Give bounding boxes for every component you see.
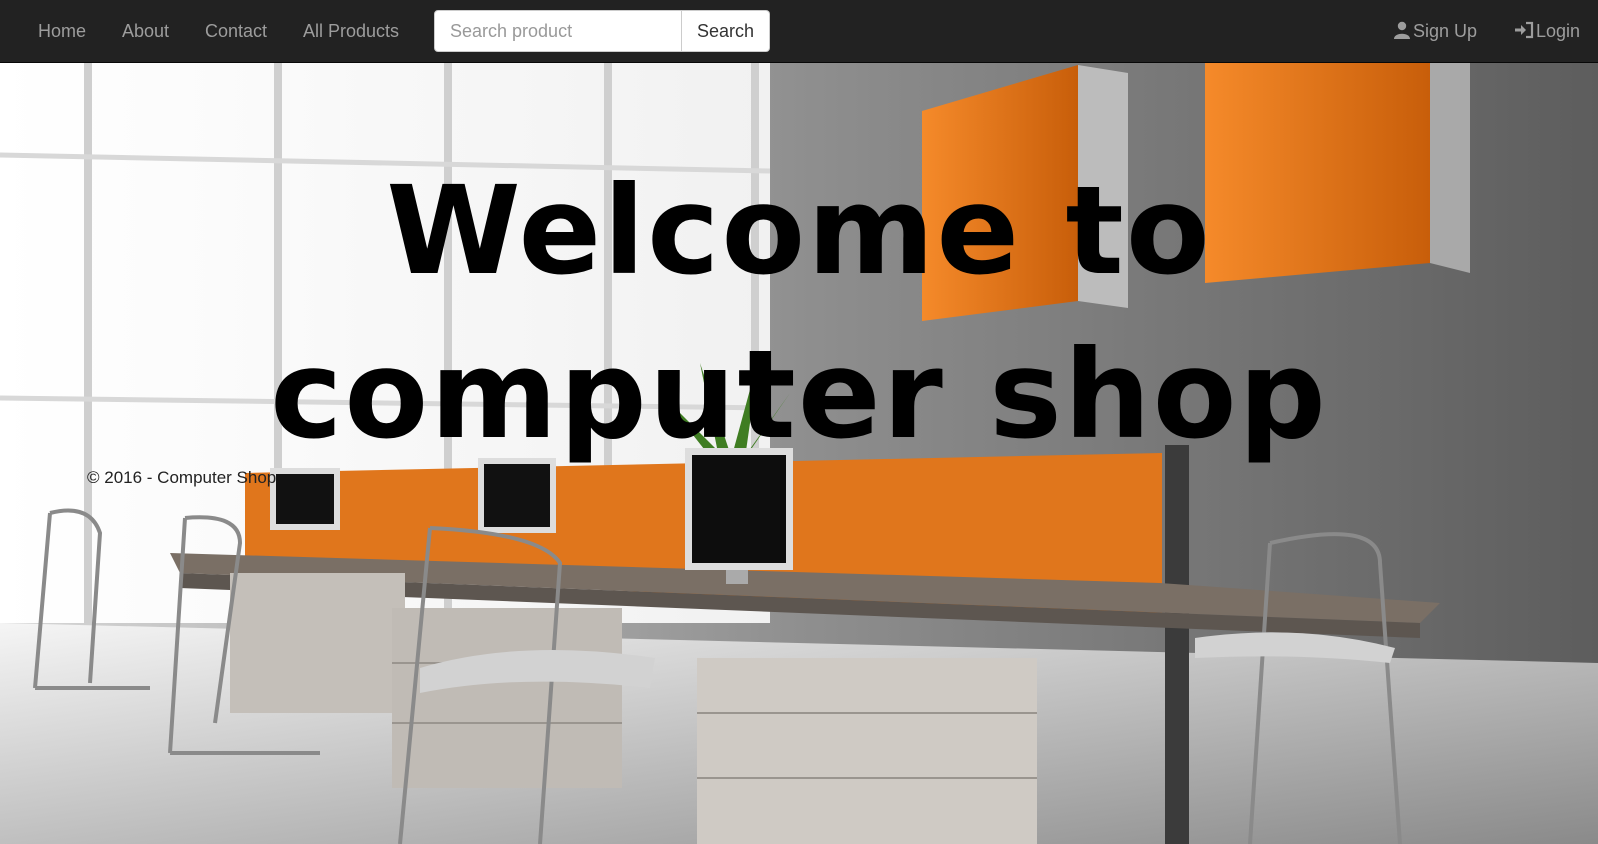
search-button[interactable]: Search [682, 10, 771, 52]
sign-up-label: Sign Up [1413, 21, 1478, 41]
search-form: Search [434, 10, 771, 52]
user-icon [1394, 21, 1410, 39]
sign-up-link[interactable]: Sign Up [1393, 0, 1477, 62]
nav-about-link[interactable]: About [122, 0, 169, 62]
nav-all-products-link[interactable]: All Products [303, 0, 399, 62]
top-navbar: Home About Contact All Products Search S… [0, 0, 1598, 63]
nav-home-link[interactable]: Home [38, 0, 86, 62]
welcome-headline: Welcome to computer shop [270, 160, 1328, 466]
log-in-icon [1515, 21, 1534, 39]
copyright-footer: © 2016 - Computer Shop [87, 468, 277, 487]
hero-section: Welcome to computer shop © 2016 - Comput… [0, 63, 1598, 844]
search-input[interactable] [434, 10, 682, 52]
login-label: Login [1536, 21, 1581, 41]
login-link[interactable]: Login [1514, 0, 1580, 62]
nav-contact-link[interactable]: Contact [205, 0, 267, 62]
